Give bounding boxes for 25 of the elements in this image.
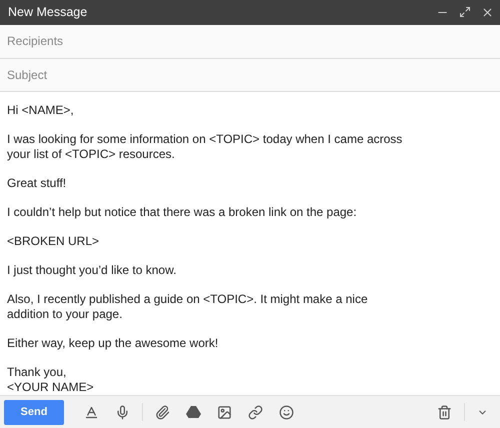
- close-icon[interactable]: [481, 6, 494, 19]
- message-text: Either way, keep up the awesome work!: [7, 336, 220, 352]
- message-text: Hi <NAME>,: [7, 103, 75, 118]
- smiley-icon[interactable]: [279, 404, 294, 420]
- message-text: your list of <TOPIC> resources.: [7, 147, 176, 162]
- link-icon[interactable]: [248, 404, 263, 420]
- message-text: I was looking for some information on <TOPIC> today when I came across: [7, 132, 404, 148]
- subject-field[interactable]: Subject: [0, 58, 500, 92]
- message-text: <BROKEN URL>: [7, 234, 100, 250]
- message-text: Also, I recently published a guide on <TOPIC>. It might make a nice: [7, 292, 369, 308]
- trash-icon[interactable]: [437, 404, 452, 420]
- expand-icon[interactable]: [459, 6, 471, 18]
- message-text: Great stuff!: [7, 176, 68, 192]
- microphone-icon[interactable]: [115, 404, 130, 420]
- window-title: New Message: [8, 5, 88, 20]
- text-format-icon[interactable]: [84, 404, 99, 420]
- recipients-field[interactable]: Recipients: [0, 24, 500, 59]
- image-icon[interactable]: [217, 404, 232, 420]
- send-button[interactable]: Send: [4, 400, 64, 425]
- message-text: Thank you,: [7, 365, 68, 380]
- message-text: I couldn’t help but notice that there was a broken link on the page:: [7, 205, 358, 220]
- message-text: addition to your page.: [7, 307, 124, 322]
- message-text: I just thought you’d like to know.: [7, 263, 178, 278]
- message-text: <YOUR NAME>: [7, 380, 95, 396]
- paperclip-icon[interactable]: [155, 404, 170, 420]
